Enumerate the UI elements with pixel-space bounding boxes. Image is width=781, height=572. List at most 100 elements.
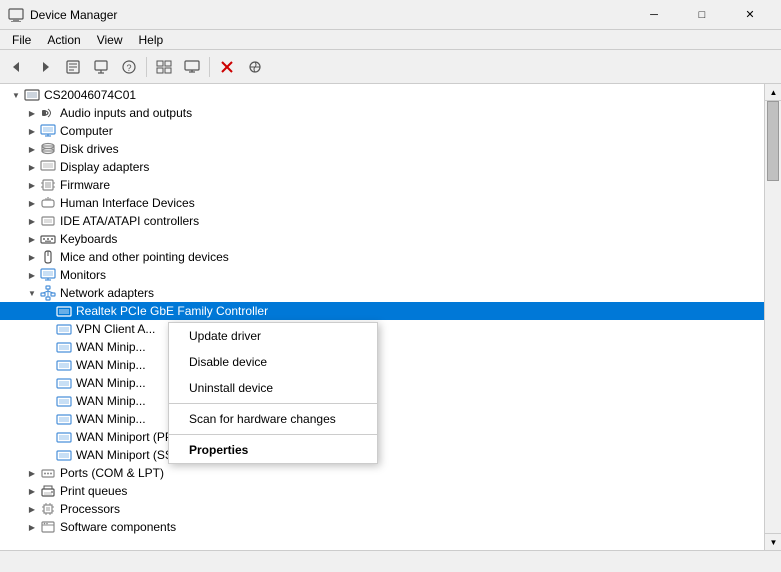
expand-icon-firmware[interactable]: ▶ [24, 177, 40, 193]
minimize-button[interactable]: ─ [631, 0, 677, 30]
tree-root[interactable]: ▼ CS20046074C01 [0, 86, 764, 104]
software-icon [40, 519, 56, 535]
tree-item-ide[interactable]: ▶ IDE ATA/ATAPI controllers [0, 212, 764, 230]
expand-icon-wan5 [40, 411, 56, 427]
context-menu: Update driver Disable device Uninstall d… [168, 322, 378, 464]
toolbar-view[interactable] [151, 54, 177, 80]
tree-item-firmware[interactable]: ▶ Firmware [0, 176, 764, 194]
scrollbar[interactable]: ▲ ▼ [764, 84, 781, 550]
keyboard-icon [40, 231, 56, 247]
expand-icon-wan2 [40, 357, 56, 373]
tree-item-wan-sstp[interactable]: WAN Miniport (SSTP) [0, 446, 764, 464]
expand-icon-software[interactable]: ▶ [24, 519, 40, 535]
expand-icon-wan3 [40, 375, 56, 391]
toolbar-back[interactable] [4, 54, 30, 80]
expand-icon-processors[interactable]: ▶ [24, 501, 40, 517]
expand-icon-mice[interactable]: ▶ [24, 249, 40, 265]
tree-view[interactable]: ▼ CS20046074C01 ▶ [0, 84, 764, 550]
tree-item-print[interactable]: ▶ Print queues [0, 482, 764, 500]
close-button[interactable]: ✕ [727, 0, 773, 30]
tree-item-wan2[interactable]: WAN Minip... [0, 356, 764, 374]
wan2-icon [56, 357, 72, 373]
expand-icon-audio[interactable]: ▶ [24, 105, 40, 121]
hid-icon [40, 195, 56, 211]
tree-item-audio[interactable]: ▶ Audio inputs and outputs [0, 104, 764, 122]
tree-item-wan4[interactable]: WAN Minip... [0, 392, 764, 410]
scroll-down-button[interactable]: ▼ [765, 533, 781, 550]
title-bar-text: Device Manager [30, 8, 631, 22]
tree-item-keyboards[interactable]: ▶ Keyboards [0, 230, 764, 248]
wan1-icon [56, 339, 72, 355]
toolbar-monitor[interactable] [179, 54, 205, 80]
toolbar-sep2 [209, 57, 210, 77]
menu-action[interactable]: Action [39, 31, 88, 49]
toolbar-help[interactable]: ? [116, 54, 142, 80]
context-menu-uninstall-device[interactable]: Uninstall device [169, 375, 377, 401]
tree-item-wan5[interactable]: WAN Minip... [0, 410, 764, 428]
wan3-icon [56, 375, 72, 391]
vpn-icon [56, 321, 72, 337]
tree-item-hid[interactable]: ▶ Human Interface Devices [0, 194, 764, 212]
menu-view[interactable]: View [89, 31, 131, 49]
expand-icon-ide[interactable]: ▶ [24, 213, 40, 229]
expand-icon[interactable]: ▼ [8, 87, 24, 103]
main-area: ▼ CS20046074C01 ▶ [0, 84, 781, 550]
expand-icon-display[interactable]: ▶ [24, 159, 40, 175]
menu-file[interactable]: File [4, 31, 39, 49]
maximize-button[interactable]: □ [679, 0, 725, 30]
tree-item-wan3[interactable]: WAN Minip... [0, 374, 764, 392]
title-bar-controls: ─ □ ✕ [631, 0, 773, 30]
expand-icon-disk[interactable]: ▶ [24, 141, 40, 157]
scroll-thumb[interactable] [767, 101, 779, 181]
context-menu-properties[interactable]: Properties [169, 437, 377, 463]
tree-item-ports[interactable]: ▶ Ports (COM & LPT) [0, 464, 764, 482]
tree-item-computer[interactable]: ▶ Computer [0, 122, 764, 140]
toolbar-sep1 [146, 57, 147, 77]
expand-icon-wan-pptp [40, 429, 56, 445]
expand-icon-wan1 [40, 339, 56, 355]
tree-item-vpn[interactable]: VPN Client A... [0, 320, 764, 338]
expand-icon-computer[interactable]: ▶ [24, 123, 40, 139]
cpu-icon [40, 501, 56, 517]
tree-item-network[interactable]: ▼ Network adapters [0, 284, 764, 302]
tree-item-display[interactable]: ▶ Display adapters [0, 158, 764, 176]
expand-icon-ports[interactable]: ▶ [24, 465, 40, 481]
expand-icon-wan4 [40, 393, 56, 409]
ports-label: Ports (COM & LPT) [60, 466, 164, 480]
toolbar-scan[interactable] [242, 54, 268, 80]
context-menu-scan-hardware[interactable]: Scan for hardware changes [169, 406, 377, 432]
tree-item-wan1[interactable]: WAN Minip... [0, 338, 764, 356]
tree-item-processors[interactable]: ▶ Processors [0, 500, 764, 518]
tree-item-software[interactable]: ▶ Software components [0, 518, 764, 536]
toolbar-uninstall[interactable] [214, 54, 240, 80]
firmware-label: Firmware [60, 178, 110, 192]
tree-item-wan-pptp[interactable]: WAN Miniport (PPTP) [0, 428, 764, 446]
scroll-up-button[interactable]: ▲ [765, 84, 781, 101]
expand-icon-print[interactable]: ▶ [24, 483, 40, 499]
tree-item-disk[interactable]: ▶ Disk drives [0, 140, 764, 158]
print-icon [40, 483, 56, 499]
toolbar-properties[interactable] [60, 54, 86, 80]
wan5-label: WAN Minip... [76, 412, 146, 426]
ide-icon [40, 213, 56, 229]
tree-scroll-wrapper: ▼ CS20046074C01 ▶ [0, 84, 781, 550]
context-menu-disable-device[interactable]: Disable device [169, 349, 377, 375]
expand-icon-hid[interactable]: ▶ [24, 195, 40, 211]
tree-item-mice[interactable]: ▶ Mice and other pointing devices [0, 248, 764, 266]
display-label: Display adapters [60, 160, 149, 174]
menu-help[interactable]: Help [131, 31, 172, 49]
toolbar-forward[interactable] [32, 54, 58, 80]
context-menu-sep1 [169, 403, 377, 404]
expand-icon-keyboards[interactable]: ▶ [24, 231, 40, 247]
expand-icon-network[interactable]: ▼ [24, 285, 40, 301]
expand-icon-monitors[interactable]: ▶ [24, 267, 40, 283]
tree-item-monitors[interactable]: ▶ Monitors [0, 266, 764, 284]
context-menu-update-driver[interactable]: Update driver [169, 323, 377, 349]
toolbar: ? [0, 50, 781, 84]
tree-item-realtek[interactable]: Realtek PCIe GbE Family Controller [0, 302, 764, 320]
toolbar-update[interactable] [88, 54, 114, 80]
wan-pptp-icon [56, 429, 72, 445]
audio-label: Audio inputs and outputs [60, 106, 192, 120]
scroll-track [765, 101, 781, 533]
expand-icon-vpn [40, 321, 56, 337]
